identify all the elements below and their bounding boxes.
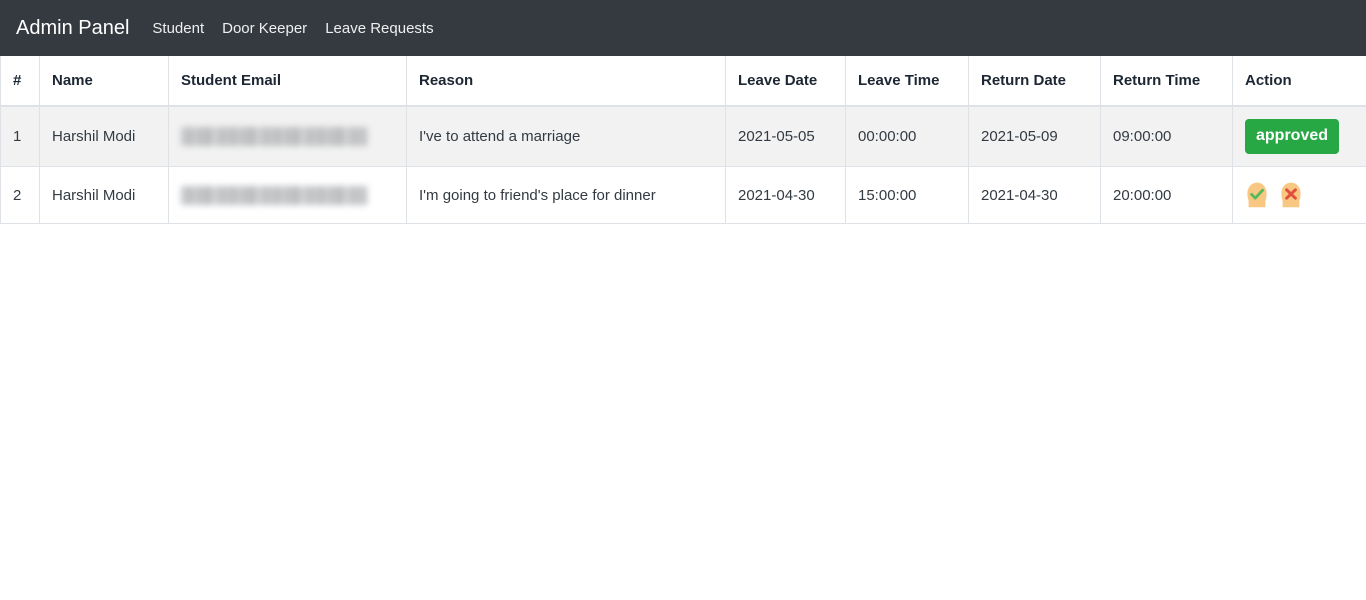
approve-check-icon[interactable]: [1245, 182, 1269, 208]
cell-reason: I've to attend a marriage: [406, 106, 726, 167]
header-return-time: Return Time: [1100, 56, 1233, 107]
header-name: Name: [39, 56, 169, 107]
header-reason: Reason: [406, 56, 726, 107]
header-num: #: [0, 56, 40, 107]
cell-name: Harshil Modi: [39, 166, 169, 224]
cell-return-date: 2021-05-09: [968, 106, 1101, 167]
nav-link-student[interactable]: Student: [143, 15, 213, 42]
cell-name: Harshil Modi: [39, 106, 169, 167]
cell-email: [168, 166, 407, 224]
cell-leave-time: 15:00:00: [845, 166, 969, 224]
navbar-links: Student Door Keeper Leave Requests: [143, 15, 442, 42]
cell-num: 2: [0, 166, 40, 224]
navbar-brand[interactable]: Admin Panel: [16, 18, 129, 38]
table-row: 1 Harshil Modi I've to attend a marriage…: [0, 106, 1366, 167]
cell-email: [168, 106, 407, 167]
cell-return-time: 09:00:00: [1100, 106, 1233, 167]
redacted-email-blur: [181, 185, 367, 205]
cell-leave-date: 2021-04-30: [725, 166, 846, 224]
header-leave-date: Leave Date: [725, 56, 846, 107]
cell-action: [1232, 166, 1366, 224]
cell-return-time: 20:00:00: [1100, 166, 1233, 224]
header-return-date: Return Date: [968, 56, 1101, 107]
header-leave-time: Leave Time: [845, 56, 969, 107]
leave-requests-table-container: # Name Student Email Reason Leave Date L…: [0, 56, 1366, 224]
cell-reason: I'm going to friend's place for dinner: [406, 166, 726, 224]
redacted-email-blur: [181, 127, 367, 146]
table-body: 1 Harshil Modi I've to attend a marriage…: [0, 106, 1366, 224]
action-icon-group: [1245, 182, 1354, 208]
header-action: Action: [1232, 56, 1366, 107]
cell-leave-time: 00:00:00: [845, 106, 969, 167]
leave-requests-table: # Name Student Email Reason Leave Date L…: [0, 56, 1366, 224]
reject-cross-icon[interactable]: [1279, 182, 1303, 208]
header-email: Student Email: [168, 56, 407, 107]
cell-num: 1: [0, 106, 40, 167]
table-header: # Name Student Email Reason Leave Date L…: [0, 56, 1366, 107]
table-header-row: # Name Student Email Reason Leave Date L…: [0, 56, 1366, 107]
cell-leave-date: 2021-05-05: [725, 106, 846, 167]
nav-link-door-keeper[interactable]: Door Keeper: [213, 15, 316, 42]
top-navbar: Admin Panel Student Door Keeper Leave Re…: [0, 0, 1366, 56]
cell-action: approved: [1232, 106, 1366, 167]
table-row: 2 Harshil Modi I'm going to friend's pla…: [0, 166, 1366, 224]
status-badge-approved[interactable]: approved: [1245, 119, 1340, 154]
cell-return-date: 2021-04-30: [968, 166, 1101, 224]
nav-link-leave-requests[interactable]: Leave Requests: [316, 15, 442, 42]
